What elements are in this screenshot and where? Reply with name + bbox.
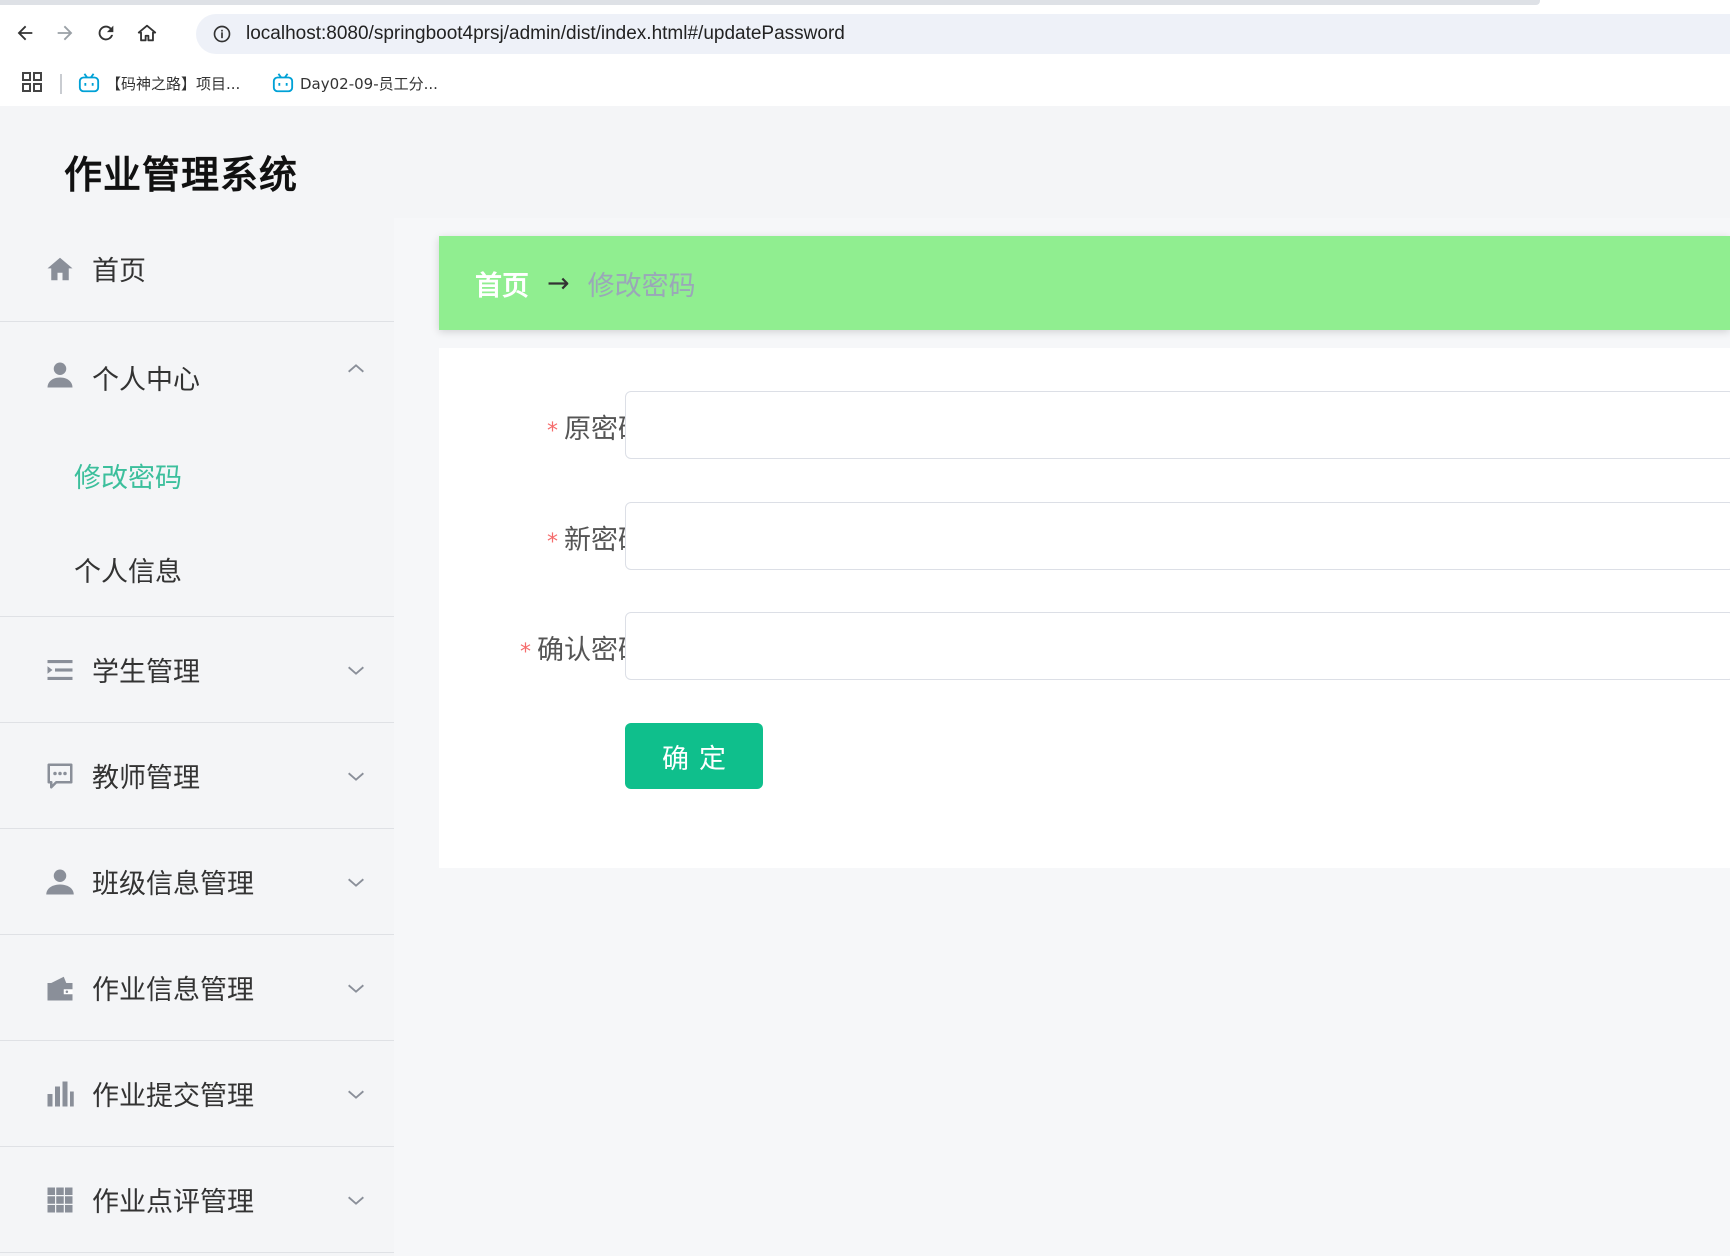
sidebar-item-label: 作业点评管理 (92, 1187, 254, 1218)
home-button[interactable] (130, 16, 164, 50)
reload-icon (98, 25, 114, 41)
sidebar-group-personal: 个人中心 修改密码 个人信息 (0, 322, 394, 617)
chevron-down-icon (345, 659, 367, 681)
bookmark-label: 【码神之路】项目... (106, 74, 241, 93)
bookmark-item[interactable]: 【码神之路】项目... (78, 68, 240, 98)
back-button[interactable] (8, 16, 42, 50)
forward-button[interactable] (48, 16, 82, 50)
sidebar-item-label: 作业信息管理 (92, 975, 254, 1006)
sidebar-item-home[interactable]: 首页 (0, 216, 394, 322)
sidebar-item-label: 班级信息管理 (92, 869, 254, 900)
chevron-down-icon (345, 871, 367, 893)
wallet-icon (45, 973, 75, 1003)
sidebar-item-label: 学生管理 (92, 657, 200, 688)
form-row-old-password: * 原密码 (439, 391, 1730, 459)
sidebar-item-label: 教师管理 (92, 763, 200, 794)
chevron-down-icon (345, 1083, 367, 1105)
chevron-down-icon (345, 1189, 367, 1211)
chevron-up-icon (345, 358, 367, 380)
password-form: * 原密码 * 新密码 * 确认密码 确定 (439, 348, 1730, 868)
required-marker: * (520, 640, 531, 665)
sidebar-item-homework-reviews[interactable]: 作业点评管理 (0, 1147, 394, 1253)
bookmark-separator (60, 74, 62, 94)
bilibili-icon (78, 73, 100, 93)
confirm-button[interactable]: 确定 (625, 723, 763, 789)
browser-toolbar: localhost:8080/springboot4prsj/admin/dis… (0, 0, 1730, 62)
arrow-right-icon (57, 25, 73, 41)
confirm-password-field[interactable] (625, 612, 1730, 680)
new-password-field[interactable] (625, 502, 1730, 570)
sidebar-item-label: 个人中心 (92, 365, 200, 396)
user-icon (45, 867, 75, 897)
bar-chart-icon (45, 1079, 75, 1109)
sidebar-item-classes[interactable]: 班级信息管理 (0, 829, 394, 935)
sidebar: 首页 个人中心 修改密码 个人信息 学生管理 教师管理 班级信息管理 作业信息管… (0, 216, 394, 1253)
breadcrumb-current: 修改密码 (587, 270, 696, 302)
apps-grid-icon[interactable] (20, 70, 44, 94)
required-marker: * (547, 419, 558, 444)
sidebar-item-students[interactable]: 学生管理 (0, 617, 394, 723)
required-marker: * (547, 530, 558, 555)
bookmark-item[interactable]: Day02-09-员工分... (272, 68, 438, 98)
app-title: 作业管理系统 (64, 153, 299, 197)
breadcrumb-arrow-icon: → (547, 267, 570, 299)
old-password-field[interactable] (625, 391, 1730, 459)
sidebar-item-homework-info[interactable]: 作业信息管理 (0, 935, 394, 1041)
site-info-icon[interactable] (202, 14, 242, 54)
tab-strip-edge (0, 0, 1540, 5)
message-icon (45, 761, 75, 791)
home-icon (45, 254, 75, 284)
user-icon (45, 360, 75, 390)
address-bar[interactable]: localhost:8080/springboot4prsj/admin/dis… (196, 14, 1730, 54)
url-text[interactable]: localhost:8080/springboot4prsj/admin/dis… (246, 23, 845, 45)
form-row-confirm-password: * 确认密码 (439, 612, 1730, 680)
sidebar-item-label: 首页 (92, 256, 146, 287)
arrow-left-icon (17, 25, 33, 41)
form-row-new-password: * 新密码 (439, 502, 1730, 570)
sidebar-item-teachers[interactable]: 教师管理 (0, 723, 394, 829)
breadcrumb: 首页 → 修改密码 (439, 236, 1730, 330)
reload-button[interactable] (89, 16, 123, 50)
sidebar-subitem-change-password[interactable]: 修改密码 (0, 428, 394, 522)
sidebar-item-personal[interactable]: 个人中心 (0, 322, 394, 428)
chevron-down-icon (345, 765, 367, 787)
chevron-down-icon (345, 977, 367, 999)
breadcrumb-home-link[interactable]: 首页 (475, 264, 529, 303)
main-content: 首页 → 修改密码 * 原密码 * 新密码 * 确认密码 确定 (394, 218, 1730, 1256)
bilibili-icon (272, 73, 294, 93)
sidebar-subitem-label: 修改密码 (74, 463, 182, 494)
house-icon (137, 24, 157, 42)
sidebar-subitem-profile[interactable]: 个人信息 (0, 522, 394, 616)
sidebar-item-homework-submissions[interactable]: 作业提交管理 (0, 1041, 394, 1147)
sidebar-subitem-label: 个人信息 (74, 557, 182, 588)
list-icon (45, 655, 75, 685)
grid-icon (45, 1185, 75, 1215)
sidebar-item-label: 作业提交管理 (92, 1081, 254, 1112)
bookmarks-bar: 【码神之路】项目... Day02-09-员工分... (0, 62, 1730, 106)
app-container: 作业管理系统 首页 个人中心 修改密码 个人信息 学生管理 教师管理 班级信息管… (0, 106, 1730, 1256)
bookmark-label: Day02-09-员工分... (300, 74, 438, 93)
